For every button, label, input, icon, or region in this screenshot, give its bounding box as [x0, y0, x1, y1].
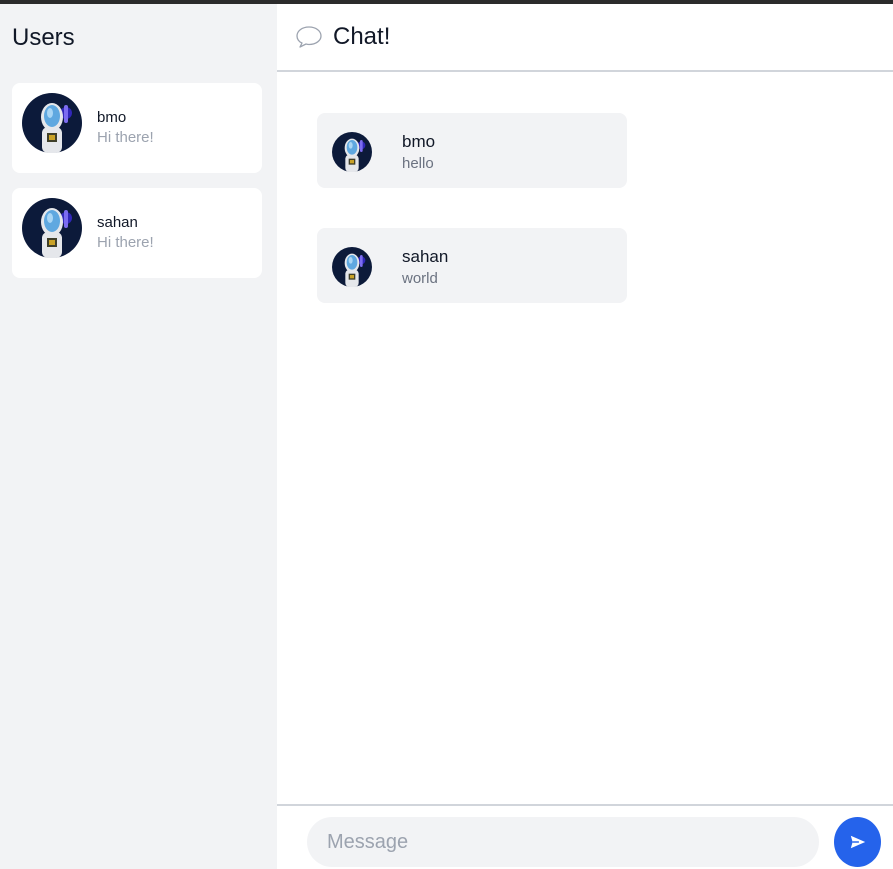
message-input[interactable] — [307, 817, 819, 867]
user-name: bmo — [97, 109, 127, 126]
send-button[interactable] — [834, 817, 881, 867]
sidebar-title: Users — [12, 24, 75, 51]
message-composer — [277, 804, 893, 869]
astronaut-avatar-icon — [332, 247, 372, 287]
user-name: sahan — [97, 214, 138, 231]
message-text: world — [402, 270, 438, 287]
chat-header: Chat! — [277, 4, 893, 72]
speech-bubble-icon — [296, 26, 322, 48]
chat-panel: Chat! bmo hello sahan world — [277, 4, 893, 869]
user-card-sahan[interactable]: sahan Hi there! — [12, 188, 262, 278]
user-status: Hi there! — [97, 234, 154, 251]
message-author: sahan — [402, 247, 449, 266]
send-arrow-icon — [850, 835, 865, 849]
astronaut-avatar-icon — [22, 93, 82, 153]
users-sidebar: Users bmo Hi there! sahan Hi there! — [0, 4, 277, 869]
user-card-bmo[interactable]: bmo Hi there! — [12, 83, 262, 173]
astronaut-avatar-icon — [332, 132, 372, 172]
message-text: hello — [402, 155, 434, 172]
chat-title: Chat! — [333, 23, 391, 50]
message-author: bmo — [402, 132, 436, 151]
astronaut-avatar-icon — [22, 198, 82, 258]
user-status: Hi there! — [97, 129, 154, 146]
message-item: sahan world — [317, 228, 627, 303]
message-item: bmo hello — [317, 113, 627, 188]
